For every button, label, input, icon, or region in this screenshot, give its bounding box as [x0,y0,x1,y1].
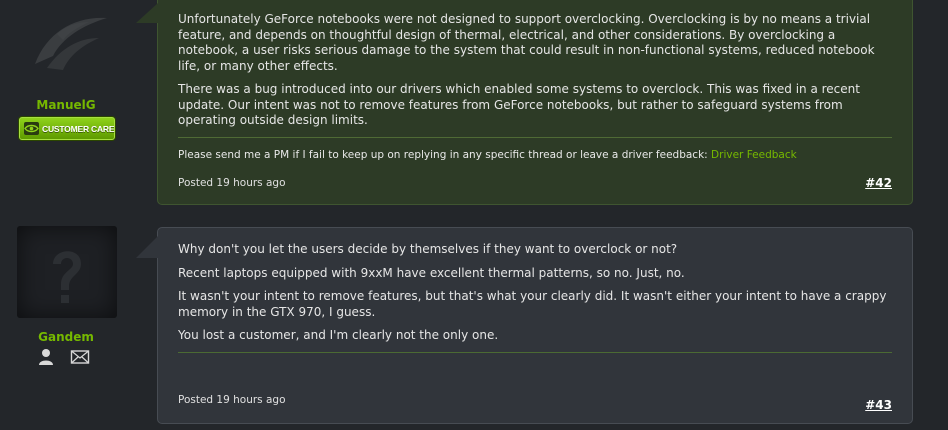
signature-divider [178,136,892,138]
post-footer: Posted 19 hours ago #42 [178,176,892,190]
author-username[interactable]: ManuelG [0,98,132,112]
envelope-icon[interactable] [70,348,90,366]
driver-feedback-link[interactable]: Driver Feedback [711,149,797,161]
nvidia-eye-icon [24,122,39,135]
post-timestamp: Posted 19 hours ago [178,177,286,189]
author-username[interactable]: Gandem [0,330,132,344]
signature-text: Please send me a PM if I fail to keep up… [178,148,712,161]
post-body: Unfortunately GeForce notebooks were not… [178,0,892,129]
signature-divider [178,351,892,353]
post-paragraph: Why don't you let the users decide by th… [178,242,678,256]
post-signature: Please send me a PM if I fail to keep up… [178,149,892,161]
question-mark-avatar-icon[interactable] [17,226,117,318]
post-footer: Posted 19 hours ago #43 [178,394,892,412]
post-paragraph: There was a bug introduced into our driv… [178,82,860,127]
post-paragraph: Unfortunately GeForce notebooks were not… [178,12,875,73]
post-paragraph: It wasn't your intent to remove features… [178,289,887,319]
post-paragraph: Recent laptops equipped with 9xxM have e… [178,265,685,280]
post-permalink[interactable]: #43 [865,398,892,412]
post-message: Unfortunately GeForce notebooks were not… [136,0,913,205]
nvidia-claw-logo-icon[interactable] [17,0,117,90]
post-paragraph: You lost a customer, and I'm clearly not… [178,328,499,342]
post-permalink[interactable]: #42 [865,176,892,190]
forum-thread: ManuelG CUSTOMER CARE Unfortunately GeFo… [0,0,948,430]
post-timestamp: Posted 19 hours ago [178,394,286,406]
person-icon[interactable] [36,348,56,366]
customer-care-badge: CUSTOMER CARE [19,117,115,140]
badge-label: CUSTOMER CARE [42,123,115,134]
speech-arrow [136,236,158,258]
post-message: Why don't you let the users decide by th… [136,227,913,424]
speech-arrow [136,3,158,23]
author-actions [36,348,90,366]
post-body: Why don't you let the users decide by th… [178,228,892,344]
